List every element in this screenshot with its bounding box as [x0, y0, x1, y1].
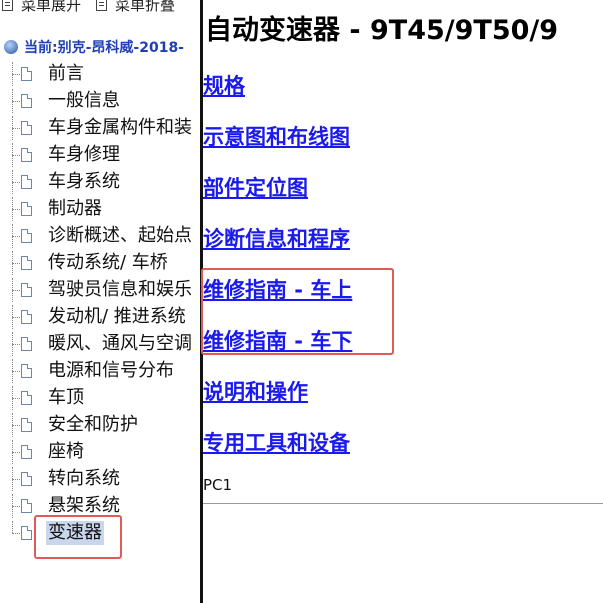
tree-item[interactable]: 变速器 — [0, 521, 200, 545]
document-icon — [21, 499, 32, 513]
document-icon — [21, 445, 32, 459]
footer-divider — [203, 503, 603, 504]
tree-item[interactable]: 车顶 — [0, 386, 200, 410]
tree-item-label: 座椅 — [48, 441, 84, 462]
tree-item[interactable]: 车身金属构件和装 — [0, 116, 200, 140]
tree-toolbar: 菜单展开 菜单折叠 — [0, 0, 200, 14]
tree-item-label: 前言 — [48, 63, 84, 84]
tree-item-label: 暖风、通风与空调 — [48, 333, 192, 354]
tree-item-label: 车身金属构件和装 — [48, 117, 192, 138]
tree-item-label: 电源和信号分布 — [48, 360, 174, 381]
tree-item[interactable]: 暖风、通风与空调 — [0, 332, 200, 356]
tree-root-label: 当前:别克-昂科威-2018- — [24, 40, 184, 56]
document-icon — [21, 67, 32, 81]
tree-item-label: 车顶 — [48, 387, 84, 408]
tree-item[interactable]: 电源和信号分布 — [0, 359, 200, 383]
navigation-tree-pane: 菜单展开 菜单折叠 当前:别克-昂科威-2018- 前言一般信息车身金属构件和装… — [0, 0, 200, 603]
content-link[interactable]: 专用工具和设备 — [203, 427, 350, 457]
tree-item-label: 一般信息 — [48, 90, 120, 111]
content-link[interactable]: 维修指南 - 车上 — [203, 274, 352, 304]
tree-item[interactable]: 发动机/ 推进系统 — [0, 305, 200, 329]
tree-item-label: 转向系统 — [48, 468, 120, 489]
tree-item[interactable]: 制动器 — [0, 197, 200, 221]
content-link[interactable]: 规格 — [203, 70, 245, 100]
tree-item[interactable]: 安全和防护 — [0, 413, 200, 437]
expand-icon — [2, 0, 13, 11]
globe-icon — [4, 40, 18, 54]
content-link[interactable]: 示意图和布线图 — [203, 121, 350, 151]
tree-item[interactable]: 车身系统 — [0, 170, 200, 194]
document-icon — [21, 526, 32, 540]
tree-item[interactable]: 前言 — [0, 62, 200, 86]
tree-guide-line — [12, 521, 13, 533]
document-icon — [21, 310, 32, 324]
tree-item-label: 发动机/ 推进系统 — [48, 306, 186, 327]
document-icon — [21, 364, 32, 378]
collapse-menu-label: 菜单折叠 — [115, 0, 176, 14]
document-icon — [21, 256, 32, 270]
document-icon — [21, 472, 32, 486]
tree-item-label: 安全和防护 — [48, 414, 138, 435]
tree-item[interactable]: 转向系统 — [0, 467, 200, 491]
tree-root[interactable]: 当前:别克-昂科威-2018- — [4, 36, 184, 58]
tree-item-label: 悬架系统 — [48, 495, 120, 516]
content-link[interactable]: 维修指南 - 车下 — [203, 325, 352, 355]
expand-menu-button[interactable]: 菜单展开 — [2, 0, 81, 15]
tree-item-label: 车身系统 — [48, 171, 120, 192]
document-icon — [21, 229, 32, 243]
expand-menu-label: 菜单展开 — [21, 0, 82, 14]
tree-item[interactable]: 诊断概述、起始点 — [0, 224, 200, 248]
document-icon — [21, 337, 32, 351]
tree-item[interactable]: 一般信息 — [0, 89, 200, 113]
document-icon — [21, 202, 32, 216]
document-icon — [21, 283, 32, 297]
content-link[interactable]: 部件定位图 — [203, 172, 308, 202]
tree-item[interactable]: 车身修理 — [0, 143, 200, 167]
document-icon — [21, 391, 32, 405]
document-icon — [21, 175, 32, 189]
tree-item-label: 诊断概述、起始点 — [48, 225, 192, 246]
document-icon — [21, 94, 32, 108]
collapse-icon — [96, 0, 107, 11]
tree-item[interactable]: 座椅 — [0, 440, 200, 464]
page-title: 自动变速器 - 9T45/9T50/9 — [205, 15, 559, 46]
content-link[interactable]: 说明和操作 — [203, 376, 308, 406]
tree-item[interactable]: 驾驶员信息和娱乐 — [0, 278, 200, 302]
tree-item[interactable]: 悬架系统 — [0, 494, 200, 518]
content-link[interactable]: 诊断信息和程序 — [203, 223, 350, 253]
document-icon — [21, 148, 32, 162]
content-pane: 自动变速器 - 9T45/9T50/9 规格示意图和布线图 部件定位图诊断信息和程… — [203, 0, 603, 603]
document-icon — [21, 418, 32, 432]
collapse-menu-button[interactable]: 菜单折叠 — [96, 0, 175, 15]
tree-item-label: 驾驶员信息和娱乐 — [48, 279, 192, 300]
tree-item-label: 传动系统/ 车桥 — [48, 252, 168, 273]
tree-item[interactable]: 传动系统/ 车桥 — [0, 251, 200, 275]
document-icon — [21, 121, 32, 135]
tree-item-label: 车身修理 — [48, 144, 120, 165]
footer-code: PC1 — [203, 476, 233, 494]
tree-item-label: 制动器 — [48, 198, 102, 219]
tree-item-label: 变速器 — [46, 521, 104, 545]
